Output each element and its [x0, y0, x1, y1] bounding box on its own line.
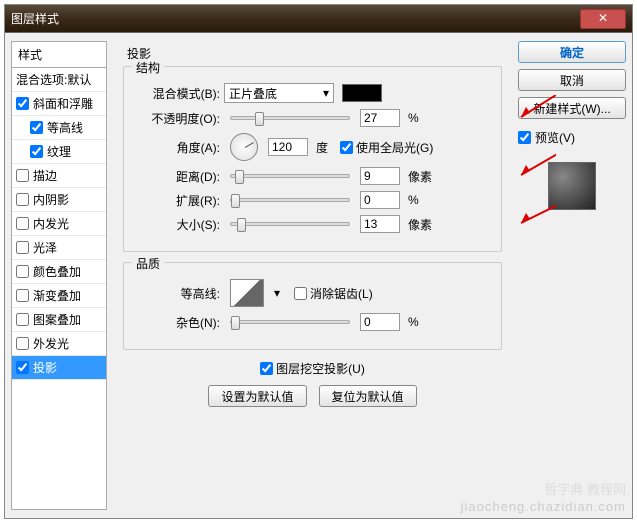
- style-item-9[interactable]: 图案叠加: [12, 308, 106, 332]
- contour-label: 等高线:: [136, 285, 220, 302]
- structure-title: 结构: [132, 59, 164, 76]
- titlebar: 图层样式 ✕: [5, 5, 632, 33]
- style-item-7[interactable]: 颜色叠加: [12, 260, 106, 284]
- style-item-5[interactable]: 内发光: [12, 212, 106, 236]
- distance-label: 距离(D):: [136, 168, 220, 185]
- opacity-unit: %: [408, 111, 419, 125]
- style-item-6[interactable]: 光泽: [12, 236, 106, 260]
- shadow-color-swatch[interactable]: [342, 84, 382, 102]
- distance-input[interactable]: [360, 167, 400, 185]
- styles-header: 样式: [12, 42, 106, 68]
- size-input[interactable]: [360, 215, 400, 233]
- close-button[interactable]: ✕: [580, 9, 626, 29]
- noise-label: 杂色(N):: [136, 314, 220, 331]
- angle-dial[interactable]: [230, 133, 258, 161]
- style-item-3[interactable]: 描边: [12, 164, 106, 188]
- watermark-url: jiaocheng.chazidian.com: [461, 499, 626, 514]
- noise-input[interactable]: [360, 313, 400, 331]
- ok-button[interactable]: 确定: [518, 41, 626, 63]
- preview-thumbnail: [548, 162, 596, 210]
- watermark-text: 哲字典 教程网: [544, 479, 626, 498]
- style-item-10[interactable]: 外发光: [12, 332, 106, 356]
- angle-input[interactable]: [268, 138, 308, 156]
- styles-panel: 样式 混合选项:默认 斜面和浮雕等高线纹理描边内阴影内发光光泽颜色叠加渐变叠加图…: [11, 41, 107, 510]
- style-item-0[interactable]: 斜面和浮雕: [12, 92, 106, 116]
- antialias-checkbox[interactable]: 消除锯齿(L): [294, 285, 373, 302]
- blend-options-default[interactable]: 混合选项:默认: [12, 68, 106, 92]
- layer-style-dialog: 图层样式 ✕ 样式 混合选项:默认 斜面和浮雕等高线纹理描边内阴影内发光光泽颜色…: [4, 4, 633, 519]
- size-slider[interactable]: [230, 222, 350, 226]
- global-light-checkbox[interactable]: 使用全局光(G): [340, 139, 433, 156]
- spread-unit: %: [408, 193, 419, 207]
- angle-unit: 度: [316, 139, 328, 156]
- chevron-down-icon[interactable]: ▾: [274, 286, 280, 300]
- noise-slider[interactable]: [230, 320, 350, 324]
- style-item-8[interactable]: 渐变叠加: [12, 284, 106, 308]
- opacity-label: 不透明度(O):: [136, 110, 220, 127]
- section-title: 投影: [123, 45, 502, 62]
- distance-unit: 像素: [408, 168, 432, 185]
- cancel-button[interactable]: 取消: [518, 69, 626, 91]
- knockout-checkbox[interactable]: 图层挖空投影(U): [260, 360, 365, 377]
- opacity-input[interactable]: [360, 109, 400, 127]
- quality-title: 品质: [132, 255, 164, 272]
- dialog-title: 图层样式: [11, 10, 59, 27]
- structure-group: 结构 混合模式(B): 正片叠底 ▾ 不透明度(O): %: [123, 66, 502, 252]
- size-label: 大小(S):: [136, 216, 220, 233]
- style-item-1[interactable]: 等高线: [12, 116, 106, 140]
- spread-label: 扩展(R):: [136, 192, 220, 209]
- reset-default-button[interactable]: 复位为默认值: [319, 385, 417, 407]
- right-panel: 确定 取消 新建样式(W)... 预览(V): [518, 41, 626, 510]
- close-icon: ✕: [598, 11, 608, 25]
- angle-label: 角度(A):: [136, 139, 220, 156]
- blend-mode-label: 混合模式(B):: [136, 85, 220, 102]
- opacity-slider[interactable]: [230, 116, 350, 120]
- contour-picker[interactable]: [230, 279, 264, 307]
- main-panel: 投影 结构 混合模式(B): 正片叠底 ▾ 不透明度(O): %: [115, 41, 510, 510]
- style-item-4[interactable]: 内阴影: [12, 188, 106, 212]
- blend-mode-select[interactable]: 正片叠底 ▾: [224, 83, 334, 103]
- distance-slider[interactable]: [230, 174, 350, 178]
- size-unit: 像素: [408, 216, 432, 233]
- noise-unit: %: [408, 315, 419, 329]
- preview-checkbox[interactable]: 预览(V): [518, 129, 626, 146]
- style-item-11[interactable]: 投影: [12, 356, 106, 380]
- set-default-button[interactable]: 设置为默认值: [208, 385, 306, 407]
- style-item-2[interactable]: 纹理: [12, 140, 106, 164]
- spread-slider[interactable]: [230, 198, 350, 202]
- quality-group: 品质 等高线: ▾ 消除锯齿(L) 杂色(N): %: [123, 262, 502, 350]
- spread-input[interactable]: [360, 191, 400, 209]
- new-style-button[interactable]: 新建样式(W)...: [518, 97, 626, 119]
- chevron-down-icon: ▾: [323, 86, 329, 100]
